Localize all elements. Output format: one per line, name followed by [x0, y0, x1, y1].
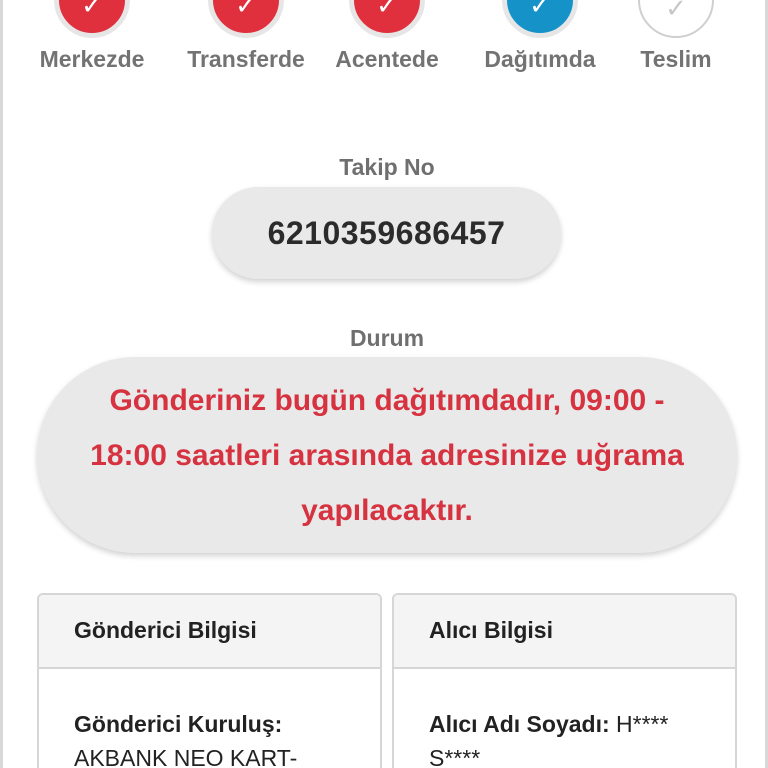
step-status-circle: ✓ — [502, 0, 578, 38]
check-icon: ✓ — [529, 0, 551, 21]
step-acentede: ✓ Acentede — [317, 0, 457, 80]
step-merkezde: ✓ Merkezde — [22, 0, 162, 80]
step-label: Acentede — [335, 46, 439, 72]
status-label: Durum — [349, 325, 425, 351]
step-label: Dağıtımda — [484, 46, 596, 72]
check-icon: ✓ — [665, 0, 687, 24]
step-status-circle: ✓ — [208, 0, 284, 38]
sender-info-card: Gönderici Bilgisi Gönderici Kuruluş: AKB… — [37, 593, 382, 768]
tracking-number: 6210359686457 — [212, 187, 561, 279]
shipment-progress-steps: ✓ Merkezde ✓ Transferde ✓ Acentede ✓ Dağ… — [3, 0, 768, 80]
sender-info-body: Gönderici Kuruluş: AKBANK NEO KART- — [39, 669, 380, 768]
step-label: Teslim — [640, 46, 712, 72]
receiver-info-body: Alıcı Adı Soyadı: H**** S**** — [394, 669, 735, 768]
step-status-circle: ✓ — [349, 0, 425, 38]
sender-organization-value: AKBANK NEO KART- — [74, 745, 298, 768]
receiver-info-title: Alıcı Bilgisi — [394, 595, 735, 669]
page-frame: ✓ Merkezde ✓ Transferde ✓ Acentede ✓ Dağ… — [0, 0, 768, 768]
step-status-circle: ✓ — [54, 0, 130, 38]
step-label: Merkezde — [39, 46, 145, 72]
check-icon: ✓ — [235, 0, 257, 21]
tracking-label: Takip No — [339, 154, 435, 180]
step-label: Transferde — [187, 46, 305, 72]
receiver-name-label: Alıcı Adı Soyadı: — [429, 711, 610, 737]
step-dagitimda: ✓ Dağıtımda — [470, 0, 610, 80]
status-message: Gönderiniz bugün dağıtımdadır, 09:00 - 1… — [37, 357, 737, 553]
step-teslim: ✓ Teslim — [606, 0, 746, 80]
step-status-circle: ✓ — [638, 0, 714, 38]
check-icon: ✓ — [376, 0, 398, 21]
receiver-info-card: Alıcı Bilgisi Alıcı Adı Soyadı: H**** S*… — [392, 593, 737, 768]
step-transferde: ✓ Transferde — [176, 0, 316, 80]
check-icon: ✓ — [81, 0, 103, 21]
sender-info-title: Gönderici Bilgisi — [39, 595, 380, 669]
sender-organization-label: Gönderici Kuruluş: — [74, 711, 283, 737]
